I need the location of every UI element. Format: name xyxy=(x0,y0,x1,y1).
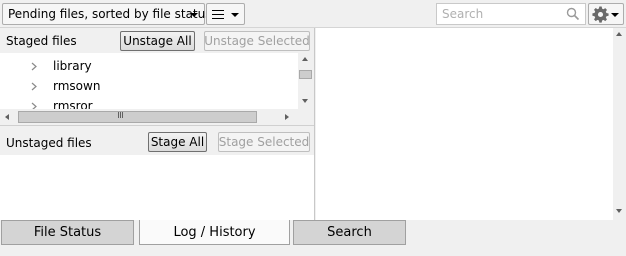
staged-files-tree: library rmsown rmsror xyxy=(0,53,297,109)
toolbar: Pending files, sorted by file status xyxy=(0,0,626,28)
view-mode-dropdown[interactable] xyxy=(206,3,245,25)
magnifier-icon[interactable] xyxy=(566,7,580,21)
scroll-down-arrow-icon[interactable] xyxy=(616,209,622,213)
staged-files-header: Staged files Unstage All Unstage Selecte… xyxy=(0,28,314,53)
list-view-icon xyxy=(212,10,224,19)
bottom-tab-bar: File Status Log / History Search xyxy=(0,220,626,256)
scrollbar-corner xyxy=(297,109,314,125)
grip-icon xyxy=(118,112,123,118)
scrollbar-thumb[interactable] xyxy=(299,70,312,79)
diff-viewer-panel[interactable] xyxy=(316,28,613,220)
staged-files-label: Staged files xyxy=(6,34,77,48)
unstaged-files-list[interactable] xyxy=(0,155,314,220)
staged-horizontal-scrollbar[interactable] xyxy=(0,109,297,125)
tree-item-label: library xyxy=(53,59,92,73)
search-input[interactable] xyxy=(437,4,562,24)
tree-item[interactable]: rmsown xyxy=(0,76,297,96)
unstage-all-button[interactable]: Unstage All xyxy=(120,31,195,51)
sort-dropdown-label: Pending files, sorted by file status xyxy=(8,7,212,21)
sort-dropdown[interactable]: Pending files, sorted by file status xyxy=(2,3,211,25)
diff-vertical-scrollbar[interactable] xyxy=(613,28,626,220)
chevron-down-icon xyxy=(190,13,198,17)
tab-log-history[interactable]: Log / History xyxy=(139,220,290,245)
file-status-panel: Staged files Unstage All Unstage Selecte… xyxy=(0,28,315,220)
staged-vertical-scrollbar[interactable] xyxy=(298,53,314,109)
scroll-right-arrow-icon[interactable] xyxy=(285,114,289,120)
chevron-down-icon xyxy=(611,13,619,17)
tree-item[interactable]: library xyxy=(0,56,297,76)
tree-item-label: rmsror xyxy=(53,99,93,109)
search-box xyxy=(436,3,586,25)
sourcetree-window: Pending files, sorted by file status Sta… xyxy=(0,0,626,256)
unstaged-files-header: Unstaged files Stage All Stage Selected xyxy=(0,128,314,155)
gear-icon xyxy=(592,6,609,23)
tree-item-label: rmsown xyxy=(53,79,101,93)
unstage-selected-button[interactable]: Unstage Selected xyxy=(204,31,310,51)
tree-item[interactable]: rmsror xyxy=(0,96,297,109)
chevron-right-icon[interactable] xyxy=(31,102,38,109)
scroll-up-arrow-icon[interactable] xyxy=(616,32,622,36)
stage-all-button[interactable]: Stage All xyxy=(148,132,207,152)
tab-search[interactable]: Search xyxy=(293,220,406,245)
chevron-right-icon[interactable] xyxy=(31,82,38,91)
stage-selected-button[interactable]: Stage Selected xyxy=(218,132,310,152)
scrollbar-thumb[interactable] xyxy=(18,111,257,123)
settings-button[interactable] xyxy=(588,3,624,25)
unstaged-files-label: Unstaged files xyxy=(6,136,92,150)
tab-file-status[interactable]: File Status xyxy=(1,220,134,245)
chevron-right-icon[interactable] xyxy=(31,62,38,71)
scroll-left-arrow-icon[interactable] xyxy=(5,114,9,120)
scroll-up-arrow-icon[interactable] xyxy=(302,57,308,61)
scroll-down-arrow-icon[interactable] xyxy=(302,99,308,103)
chevron-down-icon xyxy=(231,13,239,17)
